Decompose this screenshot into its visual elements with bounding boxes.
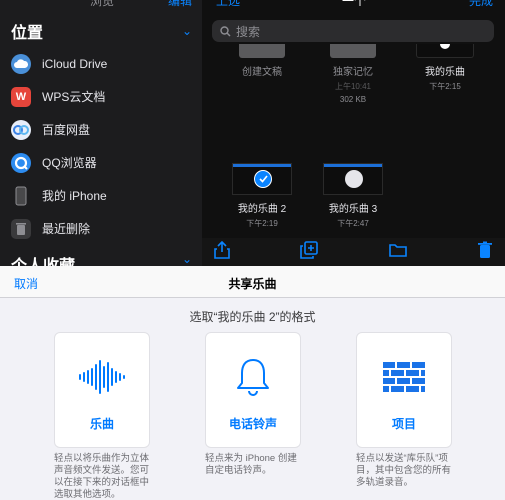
favorites-title: 个人收藏 xyxy=(11,252,75,266)
trash-icon[interactable] xyxy=(477,241,493,264)
file-name: 独家记忆 xyxy=(333,67,373,78)
search-icon xyxy=(220,25,231,36)
file-item-selected[interactable]: 我的乐曲 2 下午2:19 xyxy=(218,163,306,229)
file-thumbnail xyxy=(239,44,285,58)
brick-wall-icon xyxy=(357,355,451,399)
bottom-toolbar xyxy=(202,238,505,266)
icloud-icon xyxy=(11,53,31,74)
sidebar-edit-button[interactable]: 编辑 xyxy=(168,0,192,9)
locations-title: 位置 xyxy=(11,25,44,42)
trash-icon xyxy=(11,218,31,239)
bell-icon xyxy=(206,355,300,399)
file-item[interactable]: 创建文稿 xyxy=(218,44,306,78)
option-label: 乐曲 xyxy=(89,417,114,431)
sheet-title: 共享乐曲 xyxy=(228,277,277,291)
chevron-down-icon[interactable]: ⌄ xyxy=(182,24,192,38)
folder-icon[interactable] xyxy=(388,243,407,262)
waveform-icon xyxy=(55,355,149,399)
file-size: 302 KB xyxy=(339,95,367,104)
search-input[interactable]: 搜索 xyxy=(212,20,494,42)
files-browser: 上选 一个 完成 搜索 创建文稿 独家记忆 上午10:41 302 KB 我的乐… xyxy=(202,0,505,266)
locations-header[interactable]: 位置 ⌄ xyxy=(11,19,192,43)
sidebar-item-label: iCloud Drive xyxy=(42,56,108,71)
sheet-navbar: 取消 共享乐曲 xyxy=(0,266,505,298)
select-button[interactable]: 上选 xyxy=(216,0,240,9)
chevron-down-icon[interactable]: ⌄ xyxy=(182,252,192,266)
wps-icon: W xyxy=(11,86,31,107)
option-label: 电话铃声 xyxy=(228,417,277,431)
sidebar: 浏览 编辑 位置 ⌄ iCloud Drive W WPS云文档 百度网盘 QQ… xyxy=(0,0,202,266)
baidu-netdisk-icon xyxy=(11,119,31,140)
file-name: 我的乐曲 2 xyxy=(237,204,287,215)
file-time: 下午2:15 xyxy=(429,82,461,91)
option-ringtone-button[interactable]: 电话铃声 xyxy=(205,332,301,448)
sidebar-item-my-iphone[interactable]: 我的 iPhone xyxy=(0,179,202,212)
option-description: 轻点以将乐曲作为立体声音频文件发送。您可以在接下来的对话框中选取其他选项。 xyxy=(54,453,150,500)
sidebar-item-label: 百度网盘 xyxy=(42,123,91,137)
file-thumbnail xyxy=(330,44,376,58)
sidebar-item-label: 最近删除 xyxy=(42,222,91,236)
option-project-button[interactable]: 项目 xyxy=(356,332,452,448)
file-name: 我的乐曲 3 xyxy=(328,204,378,215)
sheet-subtitle: 选取“我的乐曲 2”的格式 xyxy=(189,310,316,324)
sidebar-item-label: 我的 iPhone xyxy=(42,189,107,203)
share-icon[interactable] xyxy=(214,240,230,264)
file-thumbnail xyxy=(323,163,383,195)
file-time: 下午2:19 xyxy=(246,219,278,228)
option-label: 项目 xyxy=(391,417,416,431)
locations-list: iCloud Drive W WPS云文档 百度网盘 QQ浏览器 我的 iPho… xyxy=(0,47,202,245)
folder-title: 一个 xyxy=(342,0,367,8)
file-time: 下午2:47 xyxy=(337,219,369,228)
checkmark-icon xyxy=(254,170,272,188)
iphone-icon xyxy=(11,186,31,206)
file-item[interactable]: 独家记忆 上午10:41 302 KB xyxy=(309,44,397,104)
option-song-button[interactable]: 乐曲 xyxy=(54,332,150,448)
file-name: 我的乐曲 xyxy=(425,67,465,78)
sidebar-item-label: QQ浏览器 xyxy=(42,156,97,170)
file-item[interactable]: 我的乐曲 3 下午2:47 xyxy=(309,163,397,229)
file-time: 上午10:41 xyxy=(334,82,372,91)
sidebar-item-baidu[interactable]: 百度网盘 xyxy=(0,113,202,146)
sidebar-item-label: WPS云文档 xyxy=(42,90,106,104)
sidebar-item-wps[interactable]: W WPS云文档 xyxy=(0,80,202,113)
file-name: 创建文稿 xyxy=(242,67,282,78)
sidebar-item-qq-browser[interactable]: QQ浏览器 xyxy=(0,146,202,179)
file-item[interactable]: 我的乐曲 下午2:15 xyxy=(401,44,489,92)
unselected-circle-icon xyxy=(345,170,363,188)
sidebar-item-recently-deleted[interactable]: 最近删除 xyxy=(0,212,202,245)
option-description: 轻点来为 iPhone 创建自定电话铃声。 xyxy=(205,453,297,476)
share-sheet: 取消 共享乐曲 选取“我的乐曲 2”的格式 乐曲 轻点以将乐曲作为立体声音频文件… xyxy=(0,266,505,500)
file-thumbnail xyxy=(416,44,474,58)
search-placeholder: 搜索 xyxy=(236,24,261,39)
qq-browser-icon xyxy=(11,152,31,173)
option-description: 轻点以发送“库乐队”项目，其中包含您的所有多轨道录音。 xyxy=(356,453,452,488)
favorites-header[interactable]: 个人收藏 ⌄ xyxy=(11,252,192,266)
file-thumbnail xyxy=(232,163,292,195)
duplicate-icon[interactable] xyxy=(300,240,319,264)
sidebar-browse-label[interactable]: 浏览 xyxy=(90,0,114,9)
done-button[interactable]: 完成 xyxy=(469,0,493,9)
sidebar-item-icloud[interactable]: iCloud Drive xyxy=(0,47,202,80)
